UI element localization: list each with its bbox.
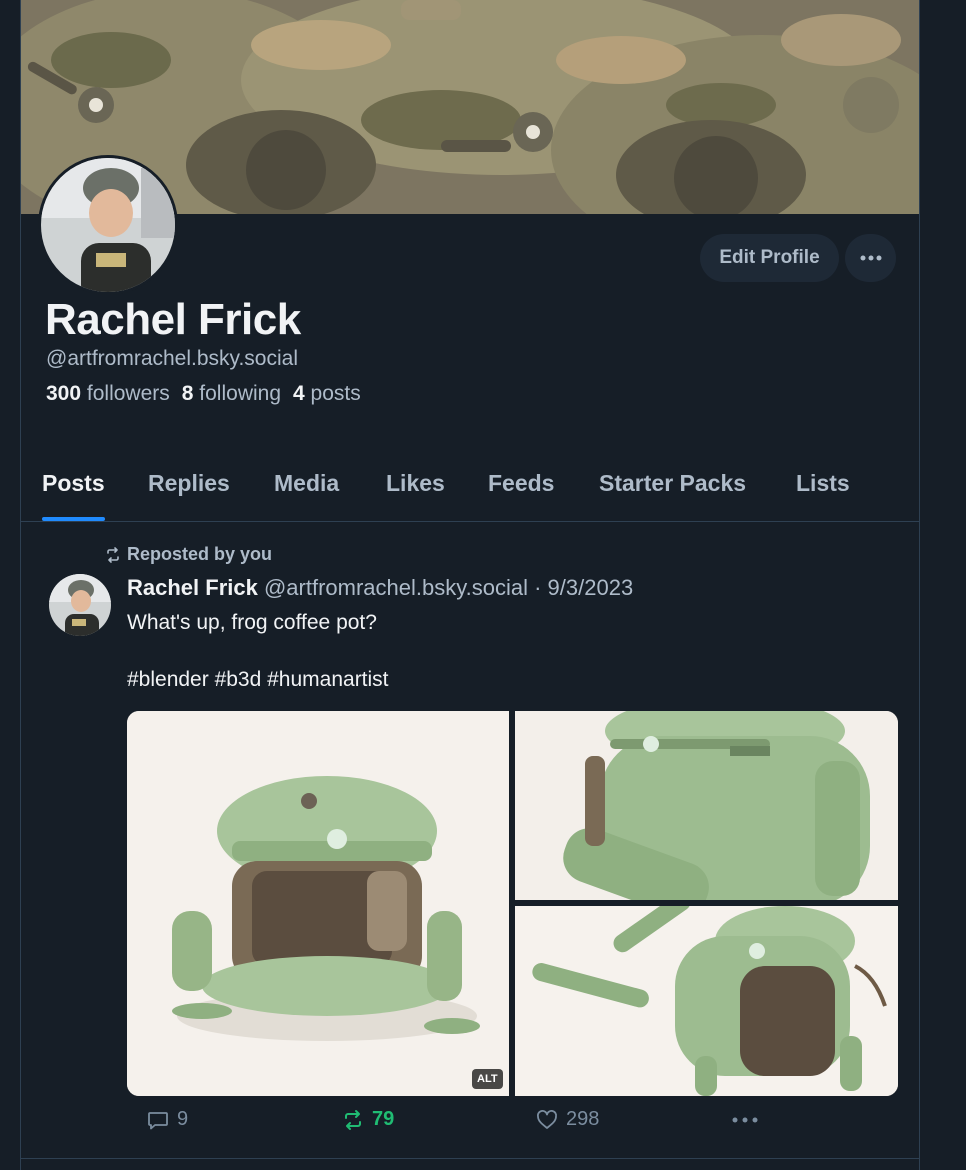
post-divider [21, 1158, 919, 1159]
following-count: 8 [181, 382, 194, 405]
post-image-3[interactable] [515, 906, 898, 1096]
posts-stat: 4 posts [293, 382, 361, 405]
tab-replies[interactable]: Replies [148, 470, 230, 497]
tab-feeds[interactable]: Feeds [488, 470, 554, 497]
post-date[interactable]: 9/3/2023 [548, 575, 634, 600]
post-image-gallery: ALT [127, 711, 898, 1096]
edit-profile-button[interactable]: Edit Profile [700, 234, 839, 282]
profile-column: Edit Profile Rachel Frick @artfromrachel… [20, 0, 920, 1170]
post-author-name[interactable]: Rachel Frick [127, 575, 258, 600]
following-link[interactable]: 8 following [182, 382, 281, 405]
profile-tabs: Posts Replies Media Likes Feeds Starter … [21, 455, 919, 522]
reply-count: 9 [177, 1108, 189, 1130]
post-actions: 9 79 298 [127, 1108, 898, 1142]
avatar-image [41, 158, 175, 292]
tab-posts[interactable]: Posts [42, 470, 105, 497]
tab-starter-packs[interactable]: Starter Packs [599, 470, 746, 497]
post-author-handle[interactable]: @artfromrachel.bsky.social [264, 575, 528, 600]
posts-count: 4 [293, 382, 305, 405]
repost-small-icon [107, 546, 119, 563]
reply-button[interactable]: 9 [147, 1108, 188, 1131]
repost-icon [345, 1109, 361, 1130]
active-tab-indicator [42, 517, 105, 521]
page: Edit Profile Rachel Frick @artfromrachel… [0, 0, 966, 1170]
tab-media[interactable]: Media [274, 470, 339, 497]
like-button[interactable]: 298 [536, 1108, 599, 1131]
alt-text-badge[interactable]: ALT [472, 1069, 503, 1089]
profile-more-button[interactable] [845, 234, 896, 282]
profile-handle: @artfromrachel.bsky.social [46, 347, 298, 370]
profile-avatar[interactable] [38, 155, 178, 295]
followers-count: 300 [46, 382, 82, 405]
frog-coffee-pot-front-image [127, 711, 509, 1096]
heart-icon [537, 1109, 557, 1129]
tab-likes[interactable]: Likes [386, 470, 445, 497]
frog-coffee-pot-side-image [515, 711, 898, 900]
post-image-1[interactable]: ALT [127, 711, 509, 1096]
frog-coffee-pot-jumping-image [515, 906, 898, 1096]
more-icon [732, 1117, 758, 1123]
followers-label: followers [86, 382, 170, 405]
repost-indicator[interactable]: Reposted by you [105, 544, 272, 565]
post-header: Rachel Frick @artfromrachel.bsky.social … [127, 575, 633, 601]
post-more-button[interactable] [731, 1116, 759, 1124]
profile-display-name: Rachel Frick [45, 295, 301, 344]
like-count: 298 [566, 1108, 600, 1130]
repost-button[interactable]: 79 [342, 1108, 394, 1131]
post-author-avatar[interactable] [49, 574, 111, 636]
repost-label: Reposted by you [127, 544, 273, 564]
right-gutter [920, 0, 966, 1170]
repost-count: 79 [372, 1108, 395, 1130]
reply-icon [148, 1111, 168, 1129]
post-image-2[interactable] [515, 711, 898, 900]
posts-label: posts [310, 382, 361, 405]
avatar-image [49, 574, 111, 636]
more-icon [860, 255, 881, 261]
tab-lists[interactable]: Lists [796, 470, 850, 497]
followers-link[interactable]: 300 followers [46, 382, 170, 405]
post-hashtags[interactable]: #blender #b3d #humanartist [127, 668, 389, 692]
following-label: following [199, 382, 282, 405]
post-separator: · [534, 575, 542, 600]
profile-stats: 300 followers 8 following 4 posts [46, 382, 361, 406]
post-text: What's up, frog coffee pot? [127, 611, 377, 634]
